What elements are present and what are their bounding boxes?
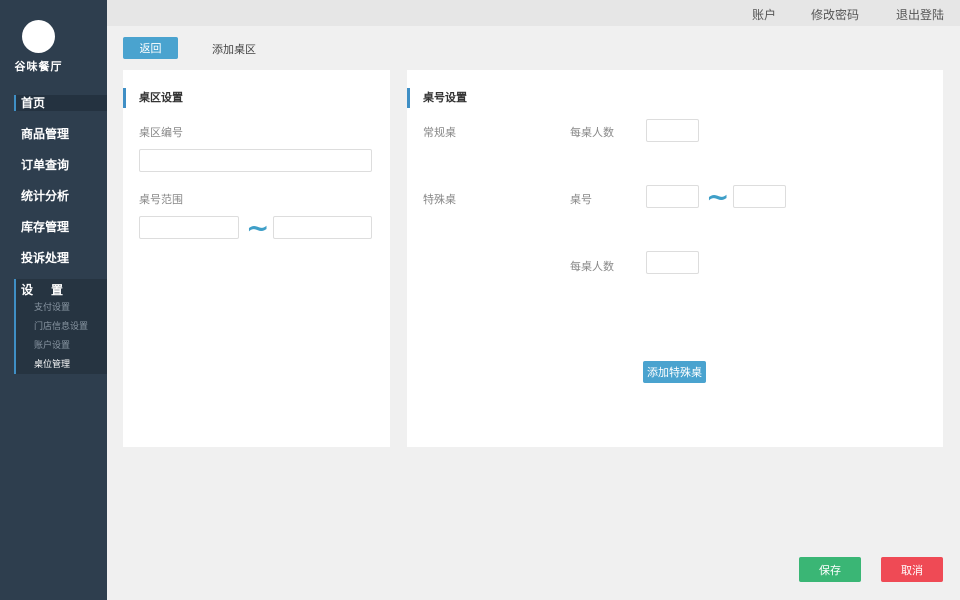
range-separator-icon: ~ <box>246 211 270 244</box>
save-button[interactable]: 保存 <box>799 557 861 582</box>
logout-link[interactable]: 退出登陆 <box>896 6 944 23</box>
special-seats-input[interactable] <box>646 251 699 274</box>
special-table-to-input[interactable] <box>733 185 786 208</box>
zone-number-label: 桌区编号 <box>139 126 183 139</box>
settings-title-char-2: 置 <box>51 283 66 297</box>
sidebar-subitem-payment[interactable]: 支付设置 <box>34 300 70 313</box>
zone-settings-panel: 桌区设置 桌区编号 桌号范围 ~ <box>123 70 390 447</box>
sidebar: 谷味餐厅 首页 商品管理 订单查询 统计分析 库存管理 投诉处理 设置 支付设置… <box>0 0 107 600</box>
cancel-button[interactable]: 取消 <box>881 557 943 582</box>
sidebar-item-inventory[interactable]: 库存管理 <box>14 219 107 235</box>
special-table-from-input[interactable] <box>646 185 699 208</box>
sidebar-item-orders[interactable]: 订单查询 <box>14 157 107 173</box>
table-range-to-input[interactable] <box>273 216 372 239</box>
sidebar-subitem-account[interactable]: 账户设置 <box>34 338 70 351</box>
page-title: 添加桌区 <box>212 43 256 56</box>
table-settings-heading: 桌号设置 <box>407 88 467 108</box>
restaurant-logo <box>22 20 55 53</box>
special-range-separator-icon: ~ <box>706 180 730 213</box>
settings-title-char-1: 设 <box>21 283 36 297</box>
sidebar-subitem-table-management[interactable]: 桌位管理 <box>34 357 70 370</box>
special-table-label: 特殊桌 <box>423 193 456 206</box>
back-button[interactable]: 返回 <box>123 37 178 59</box>
zone-number-input[interactable] <box>139 149 372 172</box>
sidebar-item-statistics[interactable]: 统计分析 <box>14 188 107 204</box>
special-seats-label: 每桌人数 <box>570 260 614 273</box>
sidebar-subitem-store-info[interactable]: 门店信息设置 <box>34 319 88 332</box>
sidebar-item-complaints[interactable]: 投诉处理 <box>14 250 107 266</box>
brand-name: 谷味餐厅 <box>14 60 63 73</box>
special-table-number-label: 桌号 <box>570 193 592 206</box>
add-special-table-button[interactable]: 添加特殊桌 <box>643 361 706 383</box>
table-range-from-input[interactable] <box>139 216 239 239</box>
zone-settings-heading: 桌区设置 <box>123 88 183 108</box>
top-bar: 账户 修改密码 退出登陆 <box>107 0 960 26</box>
sidebar-item-home[interactable]: 首页 <box>14 95 107 111</box>
account-link[interactable]: 账户 <box>752 6 776 23</box>
table-settings-panel: 桌号设置 常规桌 每桌人数 特殊桌 桌号 ~ 每桌人数 添加特殊桌 <box>407 70 943 447</box>
regular-seats-label: 每桌人数 <box>570 126 614 139</box>
regular-seats-input[interactable] <box>646 119 699 142</box>
sidebar-item-products[interactable]: 商品管理 <box>14 126 107 142</box>
sidebar-item-settings[interactable]: 设置 <box>21 281 65 298</box>
regular-table-label: 常规桌 <box>423 126 456 139</box>
table-range-label: 桌号范围 <box>139 193 183 206</box>
sidebar-settings-group: 设置 支付设置 门店信息设置 账户设置 桌位管理 <box>14 279 107 374</box>
change-password-link[interactable]: 修改密码 <box>811 6 859 23</box>
